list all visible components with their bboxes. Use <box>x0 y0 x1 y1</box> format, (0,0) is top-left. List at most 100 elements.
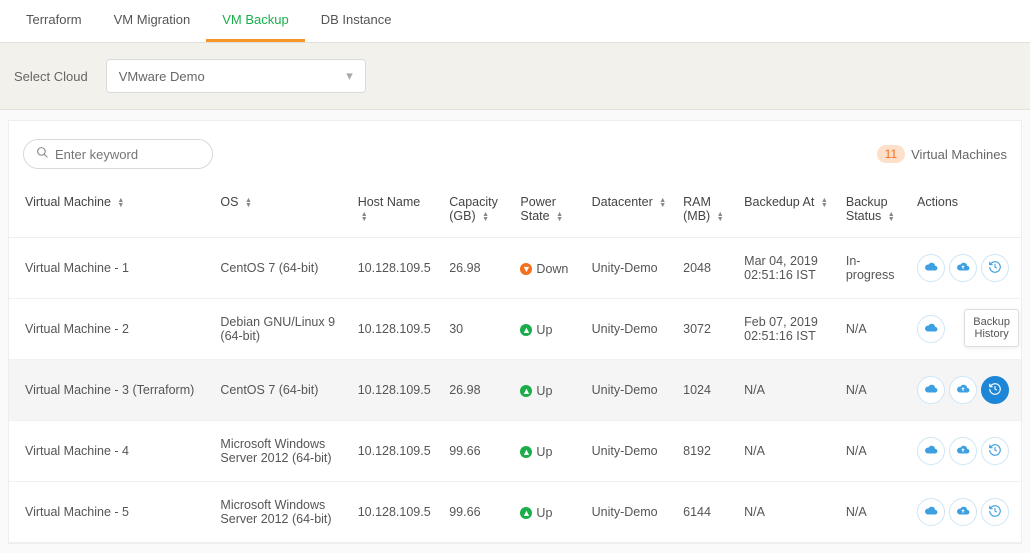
cell-datacenter: Unity-Demo <box>584 238 676 299</box>
cloud-up-icon <box>956 382 970 399</box>
cell-status: In-progress <box>838 238 909 299</box>
cell-actions <box>909 238 1021 299</box>
tab-db-instance[interactable]: DB Instance <box>305 0 408 42</box>
cell-backedup: Mar 04, 2019 02:51:16 IST <box>736 238 838 299</box>
history-button[interactable] <box>981 376 1009 404</box>
restore-button[interactable] <box>949 376 977 404</box>
cell-datacenter: Unity-Demo <box>584 482 676 543</box>
cloud-up-icon <box>956 443 970 460</box>
col-label: RAM (MB) <box>683 195 711 223</box>
cell-host: 10.128.109.5 <box>350 360 442 421</box>
power-label: Up <box>536 323 552 337</box>
cell-power: ▲ Up <box>512 421 583 482</box>
power-icon: ▼ <box>520 263 532 275</box>
cell-datacenter: Unity-Demo <box>584 360 676 421</box>
col-header[interactable]: Virtual Machine ▲▼ <box>9 175 212 238</box>
tab-vm-backup[interactable]: VM Backup <box>206 0 304 42</box>
cell-datacenter: Unity-Demo <box>584 299 676 360</box>
cloud-icon <box>924 260 938 277</box>
cloud-icon <box>924 382 938 399</box>
backup-button[interactable] <box>917 437 945 465</box>
history-icon <box>988 504 1002 521</box>
col-label: Virtual Machine <box>25 195 111 209</box>
cloud-select[interactable]: VMware Demo ▾ <box>106 59 366 93</box>
cell-status: N/A <box>838 482 909 543</box>
cell-os: Microsoft Windows Server 2012 (64-bit) <box>212 482 349 543</box>
cell-capacity: 30 <box>441 299 512 360</box>
table-row: Virtual Machine - 5Microsoft Windows Ser… <box>9 482 1021 543</box>
power-label: Down <box>536 262 568 276</box>
col-label: OS <box>220 195 238 209</box>
table-row: Virtual Machine - 2Debian GNU/Linux 9 (6… <box>9 299 1021 360</box>
backup-button[interactable] <box>917 376 945 404</box>
cloud-up-icon <box>956 260 970 277</box>
restore-button[interactable] <box>949 498 977 526</box>
backup-button[interactable] <box>917 315 945 343</box>
col-header[interactable]: Datacenter ▲▼ <box>584 175 676 238</box>
cell-status: N/A <box>838 421 909 482</box>
restore-button[interactable] <box>949 254 977 282</box>
search-input[interactable] <box>55 147 200 162</box>
cell-status: N/A <box>838 360 909 421</box>
cloud-up-icon <box>956 504 970 521</box>
tooltip: BackupHistory <box>964 309 1019 347</box>
power-icon: ▲ <box>520 507 532 519</box>
toolbar: 11 Virtual Machines <box>9 121 1021 175</box>
cell-os: Microsoft Windows Server 2012 (64-bit) <box>212 421 349 482</box>
cell-actions <box>909 360 1021 421</box>
backup-button[interactable] <box>917 498 945 526</box>
cell-actions <box>909 421 1021 482</box>
cell-capacity: 99.66 <box>441 421 512 482</box>
restore-button[interactable] <box>949 437 977 465</box>
col-header[interactable]: Host Name ▲▼ <box>350 175 442 238</box>
main-panel: 11 Virtual Machines Virtual Machine ▲▼OS… <box>8 120 1022 544</box>
vm-table: Virtual Machine ▲▼OS ▲▼Host Name ▲▼Capac… <box>9 175 1021 543</box>
col-header[interactable]: Capacity (GB) ▲▼ <box>441 175 512 238</box>
cell-capacity: 26.98 <box>441 360 512 421</box>
actions-cell <box>917 437 1013 465</box>
cell-power: ▼ Down <box>512 238 583 299</box>
cell-os: Debian GNU/Linux 9 (64-bit) <box>212 299 349 360</box>
search-box[interactable] <box>23 139 213 169</box>
col-header[interactable]: OS ▲▼ <box>212 175 349 238</box>
tab-terraform[interactable]: Terraform <box>10 0 98 42</box>
cell-datacenter: Unity-Demo <box>584 421 676 482</box>
cell-actions: BackupHistory <box>909 299 1021 360</box>
col-header[interactable]: Backedup At ▲▼ <box>736 175 838 238</box>
history-button[interactable] <box>981 254 1009 282</box>
cell-power: ▲ Up <box>512 360 583 421</box>
cell-os: CentOS 7 (64-bit) <box>212 360 349 421</box>
col-label: Capacity (GB) <box>449 195 498 223</box>
col-header: Actions <box>909 175 1021 238</box>
actions-cell <box>917 498 1013 526</box>
power-icon: ▲ <box>520 385 532 397</box>
cell-actions <box>909 482 1021 543</box>
cell-ram: 3072 <box>675 299 736 360</box>
sort-icon: ▲▼ <box>361 212 368 222</box>
tab-vm-migration[interactable]: VM Migration <box>98 0 207 42</box>
actions-cell: BackupHistory <box>917 315 1013 343</box>
cloud-icon <box>924 443 938 460</box>
backup-button[interactable] <box>917 254 945 282</box>
col-header[interactable]: RAM (MB) ▲▼ <box>675 175 736 238</box>
cell-backedup: N/A <box>736 482 838 543</box>
cell-vm: Virtual Machine - 1 <box>9 238 212 299</box>
col-label: Datacenter <box>592 195 653 209</box>
cell-capacity: 26.98 <box>441 238 512 299</box>
cell-backedup: Feb 07, 2019 02:51:16 IST <box>736 299 838 360</box>
cell-vm: Virtual Machine - 5 <box>9 482 212 543</box>
sort-icon: ▲▼ <box>117 198 124 208</box>
table-row: Virtual Machine - 3 (Terraform)CentOS 7 … <box>9 360 1021 421</box>
table-row: Virtual Machine - 4Microsoft Windows Ser… <box>9 421 1021 482</box>
history-icon <box>988 443 1002 460</box>
cell-os: CentOS 7 (64-bit) <box>212 238 349 299</box>
cell-backedup: N/A <box>736 360 838 421</box>
col-header[interactable]: Power State ▲▼ <box>512 175 583 238</box>
sort-icon: ▲▼ <box>556 212 563 222</box>
history-button[interactable] <box>981 498 1009 526</box>
cloud-icon <box>924 321 938 338</box>
col-header[interactable]: Backup Status ▲▼ <box>838 175 909 238</box>
table-row: Virtual Machine - 1CentOS 7 (64-bit)10.1… <box>9 238 1021 299</box>
history-button[interactable] <box>981 437 1009 465</box>
cell-vm: Virtual Machine - 3 (Terraform) <box>9 360 212 421</box>
